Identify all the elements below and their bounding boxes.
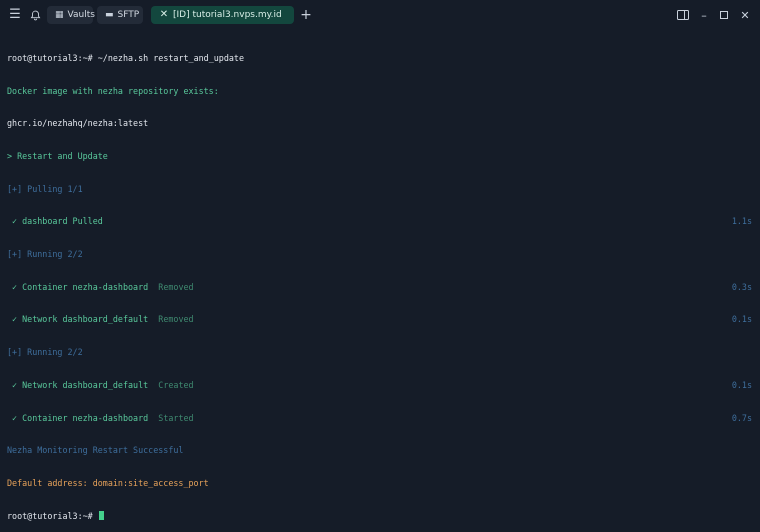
terminal-line: Nezha Monitoring Restart Successful bbox=[7, 445, 184, 456]
terminal-line: ghcr.io/nezhahq/nezha:latest bbox=[7, 118, 149, 129]
elapsed-time: 0.3s bbox=[731, 281, 752, 292]
tab-vaults[interactable]: ▦ Vaults bbox=[47, 6, 95, 24]
terminal-output[interactable]: root@tutorial3:~# ~/nezha.sh restart_and… bbox=[7, 31, 752, 532]
status-text: Removed bbox=[158, 314, 194, 325]
status-text: Created bbox=[158, 379, 194, 390]
terminal-line: Default address: domain:site_access_port bbox=[7, 477, 209, 488]
line-text: ✓ Network dashboard_default bbox=[7, 379, 149, 390]
prompt: root@tutorial3:~# bbox=[7, 510, 98, 521]
folder-icon: ▬ bbox=[105, 10, 114, 20]
elapsed-time: 0.7s bbox=[731, 412, 752, 423]
sidebar-toggle-svg bbox=[677, 10, 689, 20]
terminal-line: ✓ dashboard Pulled 1.1s bbox=[7, 216, 752, 227]
tab-label: [ID] tutorial3.nvps.my.id bbox=[173, 10, 282, 20]
close-window-icon[interactable]: ✕ bbox=[738, 8, 752, 22]
tab-label: SFTP bbox=[117, 10, 140, 20]
terminal-cursor bbox=[98, 510, 104, 520]
plus-icon[interactable]: + bbox=[298, 7, 314, 23]
line-text: ✓ Container nezha-dashboard bbox=[7, 412, 149, 423]
line-text: ✓ Network dashboard_default bbox=[7, 314, 149, 325]
terminal-line: ✓ Network dashboard_default Created 0.1s bbox=[7, 380, 752, 391]
sidebar-toggle-icon[interactable] bbox=[676, 8, 690, 22]
vault-icon: ▦ bbox=[55, 10, 64, 20]
hamburger-menu-icon[interactable]: ☰ bbox=[7, 7, 23, 23]
elapsed-time: 0.1s bbox=[731, 314, 752, 325]
bell-icon-svg bbox=[30, 10, 40, 20]
terminal-line: [+] Pulling 1/1 bbox=[7, 183, 83, 194]
title-bar: ☰ ▦ Vaults ▬ SFTP ✕ [ID] tutorial3.nvps.… bbox=[0, 0, 760, 30]
bell-icon[interactable] bbox=[27, 7, 43, 23]
terminal-line: ✓ Container nezha-dashboard Started 0.7s bbox=[7, 413, 752, 424]
command: ~/nezha.sh restart_and_update bbox=[97, 52, 244, 63]
maximize-icon[interactable] bbox=[717, 8, 731, 22]
terminal-line: Docker image with nezha repository exist… bbox=[7, 85, 219, 96]
status-text: Started bbox=[158, 412, 194, 423]
terminal-line: root@tutorial3:~# bbox=[7, 510, 752, 522]
status-text: Removed bbox=[158, 281, 194, 292]
close-icon[interactable]: ✕ bbox=[159, 6, 169, 24]
terminal-line: > Restart and Update bbox=[7, 150, 108, 161]
terminal-line: root@tutorial3:~# ~/nezha.sh restart_and… bbox=[7, 53, 752, 64]
line-status: Started bbox=[148, 413, 193, 423]
tab-terminal-session[interactable]: ✕ [ID] tutorial3.nvps.my.id bbox=[151, 6, 294, 24]
terminal-line: ✓ Container nezha-dashboard Removed 0.3s bbox=[7, 282, 752, 293]
prompt: root@tutorial3:~# bbox=[7, 52, 98, 63]
elapsed-time: 0.1s bbox=[731, 379, 752, 390]
terminal-line: ✓ Network dashboard_default Removed 0.1s bbox=[7, 314, 752, 325]
line-status: Created bbox=[148, 380, 193, 390]
line-text: ✓ dashboard Pulled bbox=[7, 216, 103, 227]
elapsed-time: 1.1s bbox=[731, 216, 752, 227]
tab-sftp[interactable]: ▬ SFTP bbox=[97, 6, 143, 24]
minimize-icon[interactable]: – bbox=[697, 8, 711, 22]
maximize-svg bbox=[720, 11, 728, 19]
line-status: Removed bbox=[148, 314, 193, 324]
terminal-line: [+] Running 2/2 bbox=[7, 249, 83, 260]
terminal-line: [+] Running 2/2 bbox=[7, 347, 83, 358]
line-text: ✓ Container nezha-dashboard bbox=[7, 281, 149, 292]
tab-label: Vaults bbox=[67, 10, 95, 20]
line-status: Removed bbox=[148, 282, 193, 292]
